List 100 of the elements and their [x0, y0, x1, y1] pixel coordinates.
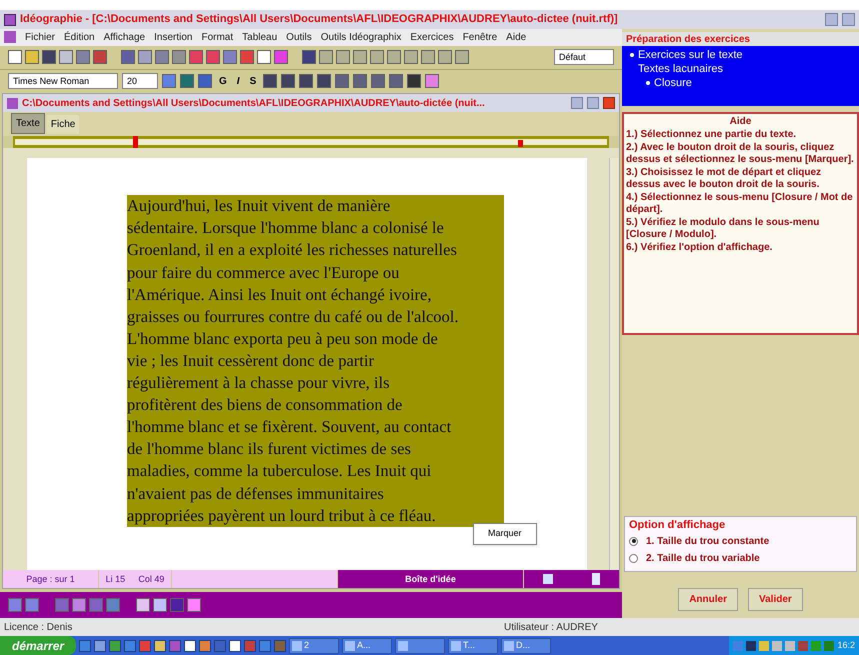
toolbar-icon[interactable] — [319, 50, 333, 64]
toolbar-icon[interactable] — [162, 74, 176, 88]
user-label: Utilisateur : AUDREY — [504, 620, 598, 634]
toolbar-icon[interactable] — [121, 50, 135, 64]
toolbar-icon[interactable] — [425, 74, 440, 88]
quick-launch-icon[interactable] — [154, 640, 166, 652]
toolbar-icon[interactable] — [335, 74, 350, 88]
taskbar-button[interactable]: D... — [501, 638, 552, 654]
toolbar-icon[interactable] — [302, 50, 316, 64]
toolbar-icon[interactable] — [93, 50, 107, 64]
toolbar-icon[interactable] — [187, 598, 201, 612]
maximize-button[interactable] — [842, 13, 855, 26]
help-step: 3.) Choisissez le mot de départ et cliquez dessus avec le bouton droit de la souris. — [626, 166, 855, 192]
toolbar-icon[interactable] — [353, 50, 367, 64]
taskbar-button[interactable]: T... — [448, 638, 498, 654]
size-dropdown[interactable]: 20 — [122, 73, 158, 90]
option-label: 1. Taille du trou constante — [646, 534, 770, 548]
toolbar-icon[interactable] — [8, 50, 22, 64]
toolbar-icon[interactable] — [317, 74, 332, 88]
tree-item[interactable]: Exercices sur le texte — [638, 48, 743, 62]
panel-title: Préparation des exercices — [622, 32, 859, 46]
toolbar-icon[interactable] — [421, 50, 435, 64]
option-title: Option d'affichage — [629, 518, 726, 533]
toolbar-icon[interactable] — [172, 50, 186, 64]
toolbar-icon[interactable] — [455, 50, 469, 64]
taskbar-button[interactable]: 2 — [289, 638, 340, 654]
menu-item[interactable]: Insertion — [154, 30, 192, 45]
font-dropdown[interactable]: Times New Roman — [8, 73, 118, 90]
toolbar-icon[interactable] — [223, 50, 237, 64]
option-label: 2. Taille du trou variable — [646, 552, 760, 566]
document-tab[interactable]: Fiche — [46, 115, 80, 134]
toolbar-icon[interactable] — [404, 50, 418, 64]
help-step: 4.) Sélectionnez le sous-menu [Closure / Mot de départ]. — [626, 192, 855, 216]
toolbar-icon[interactable] — [180, 74, 194, 88]
tree-item[interactable]: Closure — [654, 76, 692, 90]
toolbar-icon[interactable] — [136, 598, 150, 612]
help-step: 2.) Avec le bouton droit de la souris, cliquez dessus et sélectionnez le sous-menu [Marquer]. — [626, 142, 855, 166]
page-status: Page : sur 1 — [3, 570, 98, 588]
toolbar-icon[interactable] — [25, 50, 39, 64]
document-tab[interactable]: Texte — [11, 113, 45, 134]
toolbar-icon[interactable] — [257, 50, 271, 64]
taskbar-button[interactable]: A... — [342, 638, 392, 654]
dialog-button[interactable]: Annuler — [678, 588, 738, 610]
toolbar-icon[interactable] — [371, 74, 386, 88]
toolbar-icon[interactable] — [206, 50, 220, 64]
toolbar-icon[interactable] — [189, 50, 203, 64]
toolbar-icon[interactable] — [274, 50, 288, 64]
radio-button[interactable] — [629, 536, 638, 546]
menu-item[interactable]: Exercices — [410, 30, 454, 45]
quick-launch-icon[interactable] — [184, 640, 196, 652]
highlighted-paragraph: Aujourd'hui, les Inuit vivent de manière sédentaire. Lorsque l'homme blanc a colonisé le Groenland, il en a exploité les richesses naturelles pour faire du commerce avec l'Europe ou l'Amérique. Ainsi les Inuit ont échangé ivoire, graisses ou fourrures contre du café ou de l'alcool. L'homme blanc exporta peu à peu son mode de vie ; les Inuit cessèrent donc de partir régulièrement à la chasse pour vivre, ils profitèrent des biens de consommation de l'homme blanc et se fixèrent. Souvent, au contact de l'homme blanc ils furent victimes de ses maladies, comme la tuberculose. Les Inuit qui n'avaient pas de défenses immunitaires appropriées payèrent un lourd tribut à ce fléau. — [127, 195, 504, 527]
toolbar-icon[interactable] — [387, 50, 401, 64]
style-dropdown[interactable]: Défaut — [554, 49, 614, 66]
menu-item[interactable]: Fenêtre — [462, 30, 498, 45]
app-icon — [4, 31, 16, 44]
toolbar-icon[interactable] — [336, 50, 350, 64]
license-label: Licence : Denis — [4, 620, 74, 634]
toolbar-icon[interactable] — [407, 74, 422, 88]
toolbar-icon[interactable] — [153, 598, 167, 612]
taskbar-button[interactable] — [395, 638, 446, 654]
menu-item[interactable]: Aide — [506, 30, 526, 45]
toolbar-icon[interactable] — [155, 50, 169, 64]
idea-box-button[interactable]: Boîte d'idée — [338, 570, 523, 588]
quick-launch-icon[interactable] — [229, 640, 242, 652]
toolbar-icon[interactable] — [198, 74, 212, 88]
toolbar-icon[interactable] — [299, 74, 314, 88]
restore-button[interactable] — [587, 97, 599, 110]
minimize-button[interactable] — [825, 13, 838, 26]
menu-item[interactable]: Format — [201, 30, 234, 45]
minimize-button[interactable] — [571, 97, 583, 110]
toolbar-icon[interactable] — [240, 50, 254, 64]
menu-item[interactable]: Outils — [286, 30, 312, 45]
toolbar-icon[interactable] — [370, 50, 384, 64]
menu-item[interactable]: Affichage — [104, 30, 146, 45]
radio-button[interactable] — [629, 554, 638, 562]
toolbar-icon[interactable] — [438, 50, 452, 64]
tray-icon[interactable] — [746, 640, 756, 650]
menu-item[interactable]: Tableau — [242, 30, 278, 45]
menu-item[interactable]: Fichier — [25, 30, 56, 45]
dialog-button[interactable]: Valider — [748, 588, 803, 610]
toolbar-icon[interactable] — [353, 74, 368, 88]
tree-item[interactable]: Textes lacunaires — [638, 62, 723, 76]
toolbar-icon[interactable] — [76, 50, 90, 64]
format-button[interactable]: S — [246, 74, 260, 89]
context-menu-item[interactable]: Marquer — [474, 524, 536, 544]
menu-item[interactable]: Outils Idéographix — [320, 30, 402, 45]
toolbar-icon[interactable] — [389, 74, 404, 88]
close-button[interactable] — [603, 97, 615, 110]
exercise-tree[interactable]: Exercices sur le texte Textes lacunaires Closure — [622, 46, 859, 106]
menu-item[interactable]: Édition — [64, 30, 95, 45]
toolbar-icon[interactable] — [42, 50, 56, 64]
line-status: Li 15 — [106, 572, 126, 586]
toolbar-icon[interactable] — [263, 74, 278, 88]
format-button[interactable]: G — [216, 74, 230, 89]
toolbar-icon[interactable] — [281, 74, 296, 88]
format-button[interactable]: I — [234, 74, 243, 89]
toolbar-icon[interactable] — [59, 50, 73, 64]
window-title: Idéographie - [C:\Documents and Settings\All Users\Documents\AFL\IDEOGRAPHIX\AUDREY\auto-dictee (nuit.rtf)] — [20, 12, 619, 28]
help-step: 1.) Sélectionnez une partie du texte. — [626, 129, 855, 142]
toolbar-icon[interactable] — [138, 50, 152, 64]
